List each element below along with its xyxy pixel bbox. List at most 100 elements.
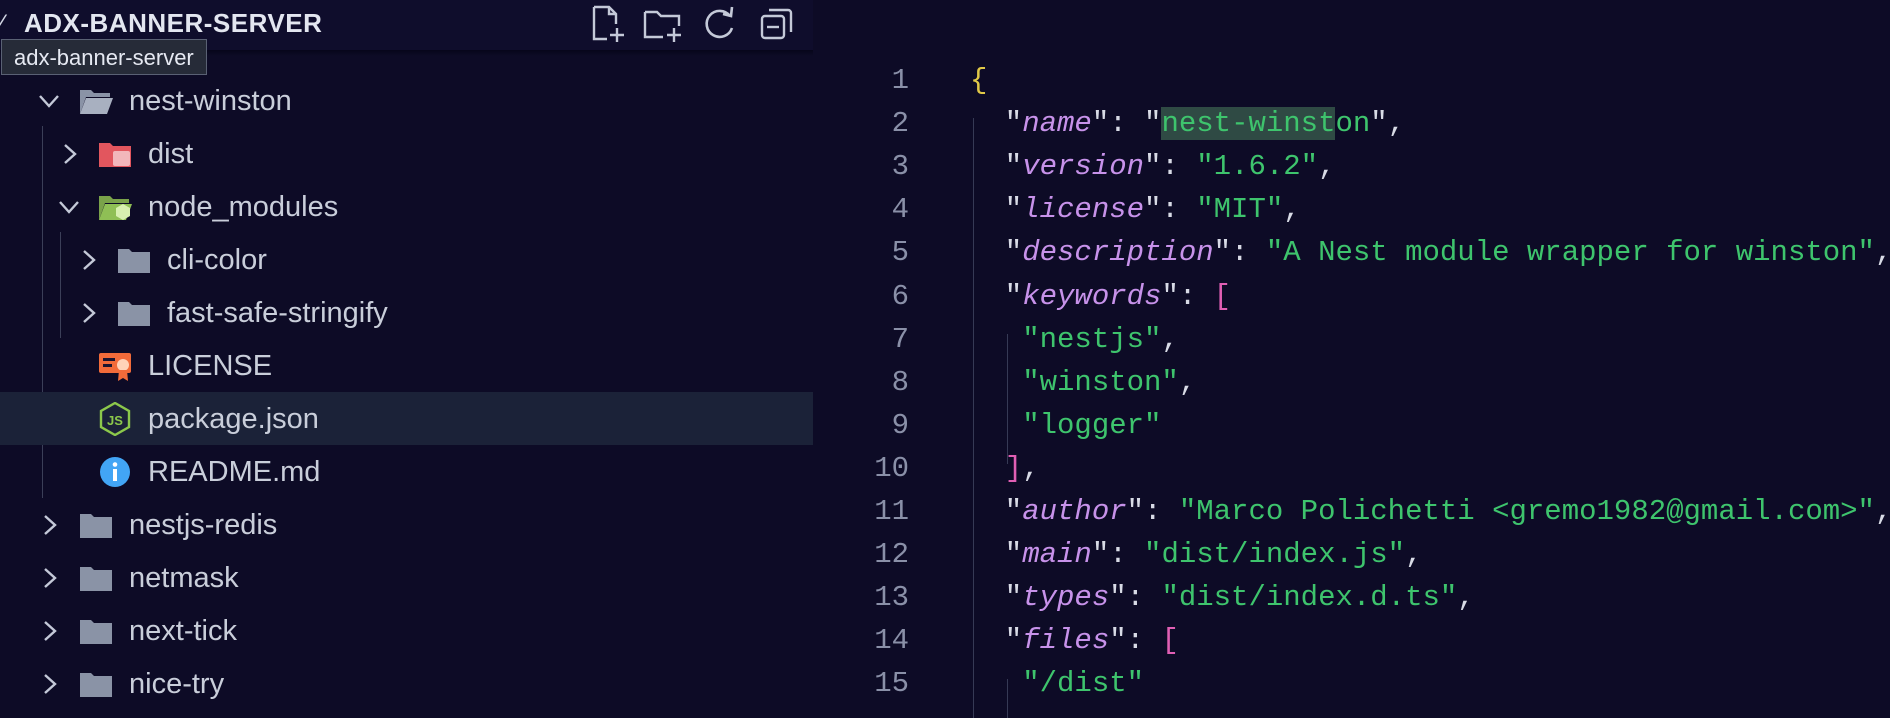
json-punctuation: ": xyxy=(1126,495,1179,528)
chevron-right-icon xyxy=(36,618,62,644)
json-string: "MIT" xyxy=(1196,193,1284,226)
chevron-right-icon xyxy=(36,671,62,697)
collapse-all-icon[interactable] xyxy=(755,2,799,46)
tree-item-netmask[interactable]: netmask xyxy=(0,551,813,604)
tree-item-label: nest-winston xyxy=(129,85,292,117)
license-icon xyxy=(97,349,133,383)
code-line[interactable]: 3 "version": "1.6.2", xyxy=(813,145,1890,188)
json-punctuation: , xyxy=(1405,538,1423,571)
new-file-icon[interactable] xyxy=(585,2,629,46)
code-text: "version": "1.6.2", xyxy=(1005,145,1336,188)
tree-item-label: package.json xyxy=(148,403,319,435)
code-text: "main": "dist/index.js", xyxy=(1005,533,1423,576)
info-icon xyxy=(97,455,133,489)
code-line[interactable]: 15 "/dist" xyxy=(813,662,1890,705)
json-string: "winston" xyxy=(1022,366,1179,399)
folder-icon xyxy=(116,243,152,277)
code-editor[interactable]: 1{2 "name": "nest-winston", 3 "version": "1… xyxy=(813,0,1890,718)
json-punctuation: " xyxy=(1004,280,1023,313)
code-text: "types": "dist/index.d.ts", xyxy=(1005,576,1475,619)
json-punctuation: ": xyxy=(1213,236,1266,269)
code-text: "/dist" xyxy=(987,662,1144,705)
json-key: description xyxy=(1022,236,1214,269)
folder-dist-icon xyxy=(97,137,133,171)
json-punctuation xyxy=(987,366,1022,399)
json-punctuation: , xyxy=(1161,323,1179,356)
tooltip: adx-banner-server xyxy=(1,39,207,75)
json-punctuation: , xyxy=(1875,495,1890,528)
tree-item-next-tick[interactable]: next-tick xyxy=(0,604,813,657)
json-punctuation: " xyxy=(1004,193,1023,226)
code-line[interactable]: 9 "logger" xyxy=(813,404,1890,447)
tree-item-label: README.md xyxy=(148,456,321,488)
tree-item-label: node_modules xyxy=(148,191,339,223)
json-key: files xyxy=(1022,624,1110,657)
code-line[interactable]: 8 "winston", xyxy=(813,361,1890,404)
tree-item-license[interactable]: LICENSE xyxy=(0,339,813,392)
json-punctuation: " xyxy=(1004,495,1023,528)
json-key: main xyxy=(1022,538,1092,571)
code-line[interactable]: 4 "license": "MIT", xyxy=(813,188,1890,231)
tree-item-label: next-tick xyxy=(129,615,237,647)
line-number: 15 xyxy=(874,667,909,700)
code-line[interactable]: 1{ xyxy=(813,59,1890,102)
code-text: "files": [ xyxy=(1005,619,1179,662)
json-string: "Marco Polichetti <gremo1982@gmail.com>" xyxy=(1178,495,1875,528)
code-line[interactable]: 6 "keywords": [ xyxy=(813,275,1890,318)
tree-item-dist[interactable]: dist xyxy=(0,127,813,180)
line-number: 3 xyxy=(891,150,909,183)
tree-item-nice-try[interactable]: nice-try xyxy=(0,657,813,710)
chevron-right-icon xyxy=(36,565,62,591)
json-punctuation: [ xyxy=(1213,280,1232,313)
json-key: name xyxy=(1022,107,1092,140)
chevron-down-icon[interactable]: ⁄ xyxy=(0,12,4,36)
tree-item-node-modules[interactable]: node_modules xyxy=(0,180,813,233)
folder-node-modules-icon xyxy=(97,190,133,224)
code-text: "author": "Marco Polichetti <gremo1982@g… xyxy=(1005,490,1890,533)
json-punctuation: " xyxy=(1004,581,1023,614)
tree-item-nest-winston[interactable]: nest-winston xyxy=(0,74,813,127)
code-line[interactable]: 5 "description": "A Nest module wrapper f… xyxy=(813,231,1890,274)
code-line[interactable]: 10], xyxy=(813,447,1890,490)
json-string: "/dist" xyxy=(1022,667,1145,700)
json-punctuation: ": xyxy=(1091,538,1145,571)
tree-item-nestjs-redis[interactable]: nestjs-redis xyxy=(0,498,813,551)
tree-item-readme[interactable]: README.md xyxy=(0,445,813,498)
json-key: version xyxy=(1022,150,1145,183)
line-number: 12 xyxy=(874,538,909,571)
json-punctuation: , xyxy=(1022,452,1040,485)
tree-item-cli-color[interactable]: cli-color xyxy=(0,233,813,286)
code-text: "logger" xyxy=(987,404,1161,447)
new-folder-icon[interactable] xyxy=(641,2,685,46)
code-line[interactable]: 7 "nestjs", xyxy=(813,318,1890,361)
json-string: "logger" xyxy=(1022,409,1162,442)
tree-item-fast-safe-stringify[interactable]: fast-safe-stringify xyxy=(0,286,813,339)
svg-text:JS: JS xyxy=(107,413,123,428)
json-punctuation: ": xyxy=(1144,193,1197,226)
code-line[interactable]: 12 "main": "dist/index.js", xyxy=(813,533,1890,576)
json-punctuation: , xyxy=(1318,150,1336,183)
json-punctuation xyxy=(987,323,1022,356)
json-punctuation: " xyxy=(1004,236,1023,269)
tree-item-label: netmask xyxy=(129,562,239,594)
tree-item-package-json[interactable]: JS package.json xyxy=(0,392,813,445)
code-line[interactable]: 14 "files": [ xyxy=(813,619,1890,662)
json-punctuation: , xyxy=(1283,193,1301,226)
line-number: 10 xyxy=(874,452,909,485)
code-text: "license": "MIT", xyxy=(1005,188,1301,231)
tree-item-label: dist xyxy=(148,138,194,170)
json-string: "1.6.2" xyxy=(1196,150,1319,183)
tree-item-label: nice-try xyxy=(129,668,225,700)
json-string: "nestjs" xyxy=(1022,323,1162,356)
code-line[interactable]: 13 "types": "dist/index.d.ts", xyxy=(813,576,1890,619)
json-key: license xyxy=(1022,193,1145,226)
code-line[interactable]: 2 "name": "nest-winston", xyxy=(813,102,1890,145)
project-title[interactable]: ADX-BANNER-SERVER xyxy=(24,8,322,39)
code-line[interactable]: 11 "author": "Marco Polichetti <gremo1982… xyxy=(813,490,1890,533)
refresh-icon[interactable] xyxy=(697,2,741,46)
json-punctuation: " xyxy=(1004,538,1023,571)
json-punctuation: ] xyxy=(1004,452,1023,485)
chevron-right-icon xyxy=(56,141,82,167)
folder-open-icon xyxy=(78,84,114,118)
json-punctuation: , xyxy=(1875,236,1890,269)
